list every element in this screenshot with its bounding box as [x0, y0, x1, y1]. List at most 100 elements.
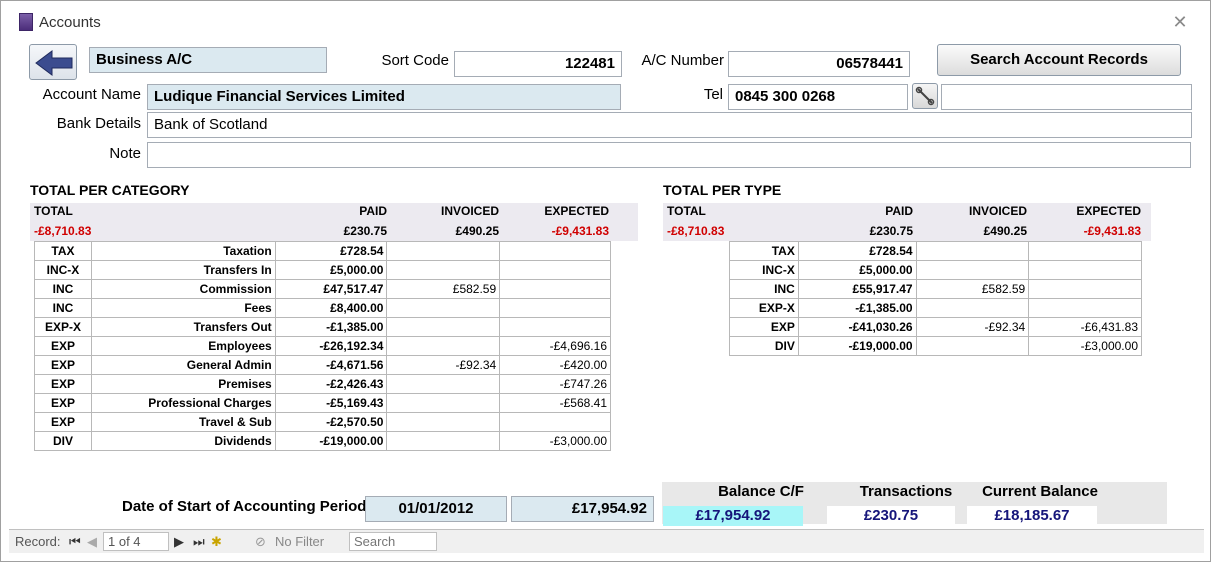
type-cell-expected[interactable]: -£3,000.00 — [1028, 336, 1142, 356]
tel-field[interactable]: 0845 300 0268 — [728, 84, 908, 110]
sort-code-field[interactable]: 122481 — [454, 51, 622, 77]
dial-button[interactable] — [912, 83, 938, 109]
category-cell-name[interactable]: Travel & Sub — [90, 412, 276, 432]
category-cell-name[interactable]: Dividends — [90, 431, 276, 451]
type-cell-paid[interactable]: £55,917.47 — [797, 279, 917, 299]
account-name-field[interactable]: Ludique Financial Services Limited — [147, 84, 621, 110]
type-cell-invoiced[interactable] — [915, 241, 1030, 261]
category-cell-paid[interactable]: -£5,169.43 — [274, 393, 388, 413]
type-cell-invoiced[interactable] — [915, 260, 1030, 280]
category-cell-name[interactable]: General Admin — [90, 355, 276, 375]
category-cell-code[interactable]: EXP — [34, 412, 92, 432]
last-record-icon[interactable]: ⏭ — [193, 534, 205, 550]
type-cell-invoiced[interactable] — [915, 298, 1030, 318]
category-cell-invoiced[interactable] — [386, 336, 501, 356]
category-cell-paid[interactable]: £5,000.00 — [274, 260, 388, 280]
category-cell-paid[interactable]: £728.54 — [274, 241, 388, 261]
tel-extra-field[interactable] — [941, 84, 1192, 110]
category-cell-invoiced[interactable] — [386, 431, 501, 451]
type-cell-paid[interactable]: -£19,000.00 — [797, 336, 917, 356]
category-cell-code[interactable]: INC-X — [34, 260, 92, 280]
type-cell-expected[interactable]: -£6,431.83 — [1028, 317, 1142, 337]
type-cell-invoiced[interactable]: -£92.34 — [915, 317, 1030, 337]
category-cell-paid[interactable]: £8,400.00 — [274, 298, 388, 318]
category-cell-expected[interactable]: -£420.00 — [499, 355, 611, 375]
category-cell-code[interactable]: EXP — [34, 355, 92, 375]
type-cell-code[interactable]: EXP-X — [729, 298, 799, 318]
category-cell-invoiced[interactable] — [386, 393, 501, 413]
category-cell-invoiced[interactable]: -£92.34 — [386, 355, 501, 375]
category-cell-paid[interactable]: -£26,192.34 — [274, 336, 388, 356]
first-record-icon[interactable]: ⏮ — [69, 534, 81, 550]
type-cell-expected[interactable] — [1028, 279, 1142, 299]
category-cell-expected[interactable] — [499, 317, 611, 337]
search-input[interactable] — [349, 532, 437, 551]
category-cell-paid[interactable]: £47,517.47 — [274, 279, 388, 299]
type-cell-expected[interactable] — [1028, 260, 1142, 280]
type-cell-expected[interactable] — [1028, 298, 1142, 318]
category-cell-expected[interactable]: -£568.41 — [499, 393, 611, 413]
category-cell-expected[interactable] — [499, 412, 611, 432]
type-cell-paid[interactable]: £728.54 — [797, 241, 917, 261]
ac-number-field[interactable]: 06578441 — [728, 51, 910, 77]
category-cell-code[interactable]: EXP — [34, 393, 92, 413]
note-field[interactable] — [147, 142, 1191, 168]
category-cell-code[interactable]: EXP — [34, 336, 92, 356]
accounting-period-date[interactable]: 01/01/2012 — [365, 496, 507, 522]
category-cell-name[interactable]: Transfers In — [90, 260, 276, 280]
category-cell-code[interactable]: INC — [34, 279, 92, 299]
type-cell-paid[interactable]: -£41,030.26 — [797, 317, 917, 337]
record-position-field[interactable]: 1 of 4 — [103, 532, 169, 551]
category-cell-paid[interactable]: -£19,000.00 — [274, 431, 388, 451]
close-icon[interactable]: ✕ — [1171, 13, 1189, 31]
category-cell-expected[interactable] — [499, 260, 611, 280]
category-cell-code[interactable]: EXP — [34, 374, 92, 394]
category-cell-expected[interactable] — [499, 241, 611, 261]
category-cell-name[interactable]: Transfers Out — [90, 317, 276, 337]
back-button[interactable] — [29, 44, 77, 80]
type-cell-code[interactable]: TAX — [729, 241, 799, 261]
type-cell-invoiced[interactable] — [915, 336, 1030, 356]
category-cell-paid[interactable]: -£4,671.56 — [274, 355, 388, 375]
category-cell-invoiced[interactable] — [386, 241, 501, 261]
category-cell-name[interactable]: Professional Charges — [90, 393, 276, 413]
previous-record-icon[interactable]: ◀ — [87, 534, 97, 550]
bank-details-field[interactable]: Bank of Scotland — [147, 112, 1192, 138]
category-cell-expected[interactable] — [499, 279, 611, 299]
category-cell-expected[interactable] — [499, 298, 611, 318]
category-cell-invoiced[interactable] — [386, 317, 501, 337]
category-cell-paid[interactable]: -£1,385.00 — [274, 317, 388, 337]
category-cell-code[interactable]: INC — [34, 298, 92, 318]
category-cell-paid[interactable]: -£2,426.43 — [274, 374, 388, 394]
category-cell-name[interactable]: Fees — [90, 298, 276, 318]
category-cell-invoiced[interactable] — [386, 412, 501, 432]
type-cell-code[interactable]: INC-X — [729, 260, 799, 280]
type-cell-code[interactable]: INC — [729, 279, 799, 299]
type-cell-invoiced[interactable]: £582.59 — [915, 279, 1030, 299]
type-cell-paid[interactable]: -£1,385.00 — [797, 298, 917, 318]
category-cell-invoiced[interactable]: £582.59 — [386, 279, 501, 299]
no-filter-label[interactable]: No Filter — [275, 534, 324, 550]
category-cell-name[interactable]: Commission — [90, 279, 276, 299]
category-cell-name[interactable]: Employees — [90, 336, 276, 356]
account-type-field[interactable]: Business A/C — [89, 47, 327, 73]
type-cell-code[interactable]: DIV — [729, 336, 799, 356]
category-cell-invoiced[interactable] — [386, 374, 501, 394]
category-cell-code[interactable]: TAX — [34, 241, 92, 261]
search-account-records-button[interactable]: Search Account Records — [937, 44, 1181, 76]
type-cell-expected[interactable] — [1028, 241, 1142, 261]
category-cell-expected[interactable]: -£3,000.00 — [499, 431, 611, 451]
category-cell-invoiced[interactable] — [386, 298, 501, 318]
category-cell-code[interactable]: DIV — [34, 431, 92, 451]
accounting-period-amount[interactable]: £17,954.92 — [511, 496, 654, 522]
category-cell-expected[interactable]: -£747.26 — [499, 374, 611, 394]
type-cell-paid[interactable]: £5,000.00 — [797, 260, 917, 280]
category-cell-paid[interactable]: -£2,570.50 — [274, 412, 388, 432]
next-record-icon[interactable]: ▶ — [174, 534, 184, 550]
category-cell-invoiced[interactable] — [386, 260, 501, 280]
category-cell-name[interactable]: Taxation — [90, 241, 276, 261]
category-cell-name[interactable]: Premises — [90, 374, 276, 394]
new-record-icon[interactable]: ✱ — [211, 534, 222, 550]
filter-icon[interactable]: ⊘ — [255, 534, 266, 550]
category-cell-code[interactable]: EXP-X — [34, 317, 92, 337]
